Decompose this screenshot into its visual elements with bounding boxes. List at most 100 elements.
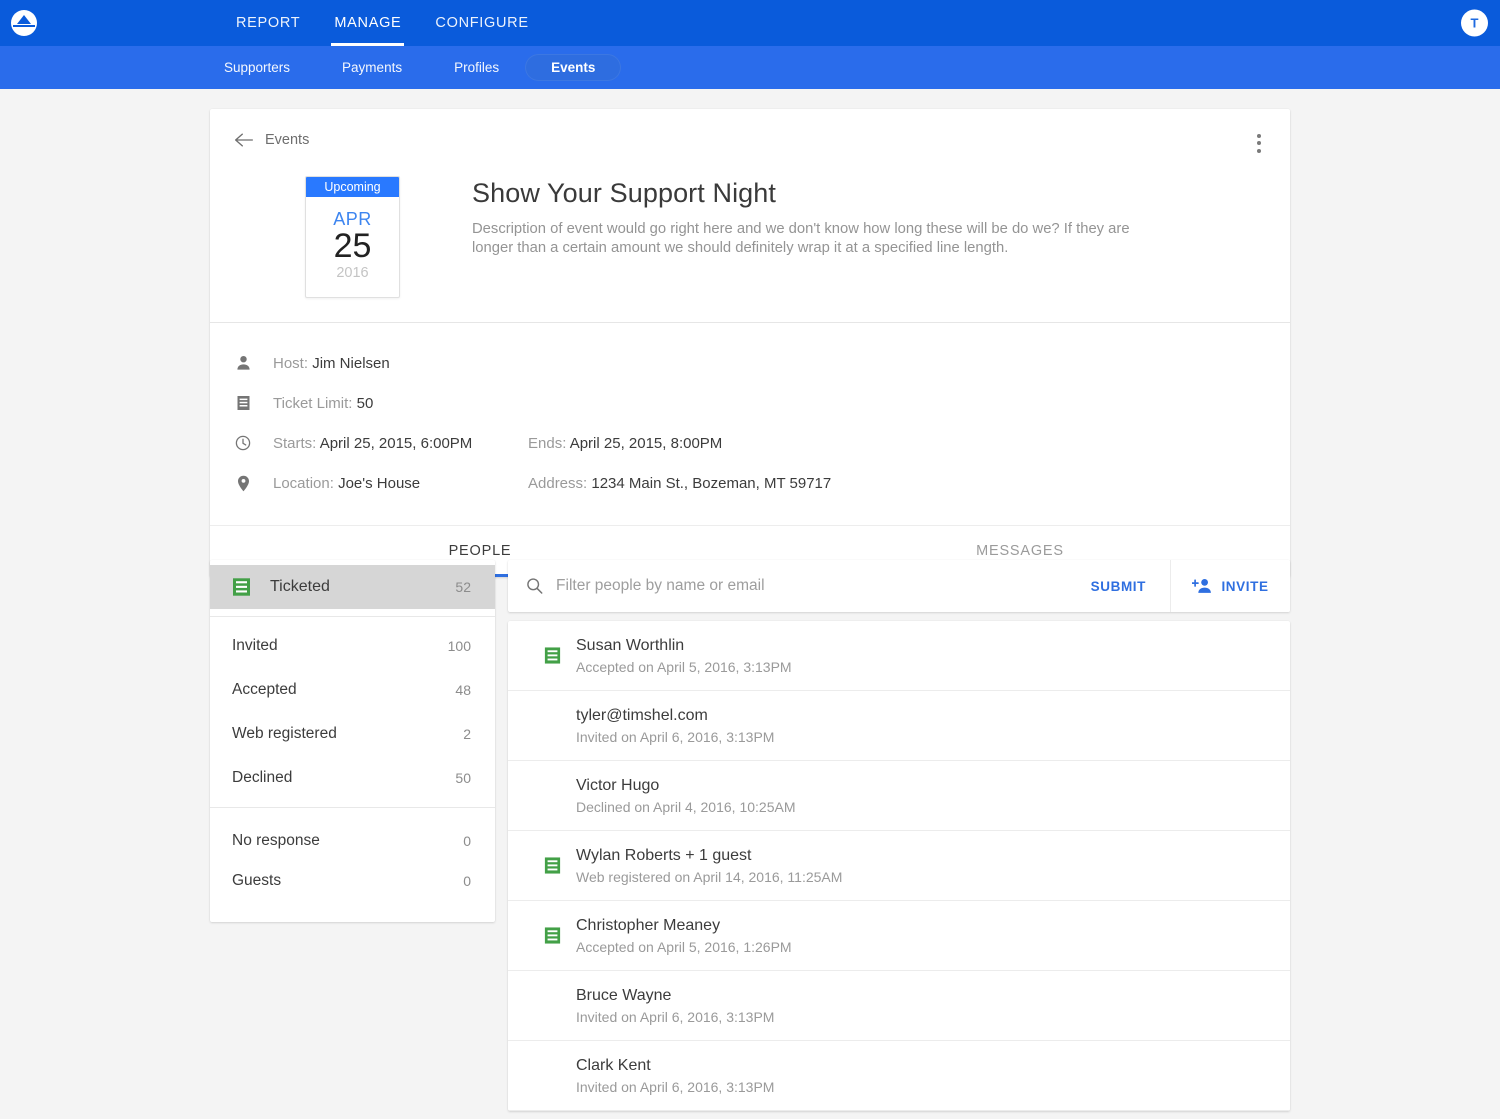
secondary-nav: Supporters Payments Profiles Events bbox=[198, 54, 622, 81]
detail-row-time: Starts: April 25, 2015, 6:00PM Ends: Apr… bbox=[231, 423, 1266, 463]
nav-item-manage[interactable]: MANAGE bbox=[317, 0, 418, 46]
subnav-item-profiles[interactable]: Profiles bbox=[428, 54, 525, 81]
detail-location-label: Location: bbox=[273, 474, 334, 492]
sidebar-item-ticketed-count: 52 bbox=[455, 579, 471, 595]
person-icon bbox=[231, 355, 255, 371]
clock-icon bbox=[231, 435, 255, 451]
subnav-item-events[interactable]: Events bbox=[525, 54, 622, 81]
kebab-dot bbox=[1257, 141, 1261, 145]
sidebar-item-invited[interactable]: Invited 100 bbox=[210, 624, 495, 668]
detail-host-label: Host: bbox=[273, 354, 309, 372]
invite-button-label: INVITE bbox=[1221, 578, 1269, 594]
sidebar-item-ticketed-label: Ticketed bbox=[270, 578, 330, 595]
person-info: Susan Worthlin Accepted on April 5, 2016… bbox=[576, 635, 792, 677]
detail-row-ticket-limit: Ticket Limit: 50 bbox=[231, 383, 1266, 423]
person-status: Invited on April 6, 2016, 3:13PM bbox=[576, 728, 775, 745]
mountain-circle-logo-icon[interactable] bbox=[11, 10, 37, 36]
arrow-left-icon bbox=[235, 133, 253, 147]
person-row[interactable]: Bruce Wayne Invited on April 6, 2016, 3:… bbox=[508, 971, 1290, 1041]
person-row[interactable]: tyler@timshel.com Invited on April 6, 20… bbox=[508, 691, 1290, 761]
detail-ends-label: Ends: bbox=[528, 434, 567, 452]
event-date-badge: Upcoming APR 25 2016 bbox=[305, 176, 400, 298]
sidebar-item-guests-label: Guests bbox=[232, 872, 282, 889]
subnav-item-payments[interactable]: Payments bbox=[316, 54, 428, 81]
user-avatar[interactable]: T bbox=[1461, 9, 1488, 37]
event-title: Show Your Support Night bbox=[472, 178, 777, 208]
nav-item-report-label: REPORT bbox=[236, 15, 301, 31]
person-status: Accepted on April 5, 2016, 3:13PM bbox=[576, 658, 792, 675]
person-info: Victor Hugo Declined on April 4, 2016, 1… bbox=[576, 775, 795, 817]
person-row[interactable]: Clark Kent Invited on April 6, 2016, 3:1… bbox=[508, 1041, 1290, 1111]
sidebar-item-no-response-label: No response bbox=[232, 832, 320, 849]
person-status: Declined on April 4, 2016, 10:25AM bbox=[576, 798, 796, 815]
sidebar-item-no-response-count: 0 bbox=[463, 833, 471, 849]
person-row[interactable]: Wylan Roberts + 1 guest Web registered o… bbox=[508, 831, 1290, 901]
primary-nav: REPORT MANAGE CONFIGURE bbox=[219, 0, 546, 46]
more-options-kebab-icon[interactable] bbox=[1248, 129, 1270, 157]
subnav-item-supporters[interactable]: Supporters bbox=[198, 54, 316, 81]
people-section: Ticketed 52 Invited 100 Accepted 48 Web … bbox=[210, 560, 1290, 1111]
event-summary-row: Upcoming APR 25 2016 Show Your Support N… bbox=[234, 176, 1266, 298]
detail-ticket-limit-label: Ticket Limit: bbox=[273, 394, 353, 412]
person-name: Bruce Wayne bbox=[576, 986, 672, 1004]
event-detail-card: Events Upcoming APR 25 2016 Show Your Su… bbox=[210, 109, 1290, 577]
person-name: Wylan Roberts + 1 guest bbox=[576, 846, 752, 864]
sidebar-item-ticketed[interactable]: Ticketed 52 bbox=[210, 565, 495, 609]
detail-ticket-limit-value: 50 bbox=[356, 394, 374, 412]
detail-host: Host: Jim Nielsen bbox=[273, 355, 528, 372]
person-row[interactable]: Susan Worthlin Accepted on April 5, 2016… bbox=[508, 621, 1290, 691]
nav-item-configure[interactable]: CONFIGURE bbox=[418, 0, 545, 46]
event-card-header: Events Upcoming APR 25 2016 Show Your Su… bbox=[210, 109, 1290, 323]
person-info: Clark Kent Invited on April 6, 2016, 3:1… bbox=[576, 1055, 774, 1097]
sidebar-item-guests[interactable]: Guests 0 bbox=[210, 859, 495, 903]
person-info: Christopher Meaney Accepted on April 5, … bbox=[576, 915, 792, 957]
detail-starts: Starts: April 25, 2015, 6:00PM bbox=[273, 435, 528, 452]
sidebar-item-invited-label: Invited bbox=[232, 637, 278, 654]
event-day: 25 bbox=[333, 227, 372, 265]
detail-ends: Ends: April 25, 2015, 8:00PM bbox=[528, 435, 722, 452]
sidebar-item-no-response[interactable]: No response 0 bbox=[210, 815, 495, 859]
person-info: Wylan Roberts + 1 guest Web registered o… bbox=[576, 845, 842, 887]
person-row[interactable]: Victor Hugo Declined on April 4, 2016, 1… bbox=[508, 761, 1290, 831]
ticket-icon bbox=[526, 926, 576, 945]
sidebar-item-accepted[interactable]: Accepted 48 bbox=[210, 668, 495, 712]
invite-button[interactable]: INVITE bbox=[1170, 560, 1290, 612]
back-to-events-link[interactable]: Events bbox=[234, 131, 1266, 149]
sidebar-item-declined[interactable]: Declined 50 bbox=[210, 756, 495, 800]
person-name: tyler@timshel.com bbox=[576, 706, 708, 724]
person-row[interactable]: Christopher Meaney Accepted on April 5, … bbox=[508, 901, 1290, 971]
ticket-icon bbox=[526, 856, 576, 875]
search-input[interactable] bbox=[556, 577, 1081, 595]
nav-item-configure-label: CONFIGURE bbox=[435, 15, 529, 31]
sidebar-divider bbox=[210, 807, 495, 808]
submit-button[interactable]: SUBMIT bbox=[1081, 560, 1170, 612]
nav-item-report[interactable]: REPORT bbox=[219, 0, 317, 46]
sidebar-item-web-registered-count: 2 bbox=[463, 726, 471, 742]
sidebar-item-web-registered-label: Web registered bbox=[232, 725, 337, 742]
sidebar-item-web-registered[interactable]: Web registered 2 bbox=[210, 712, 495, 756]
detail-ends-value: April 25, 2015, 8:00PM bbox=[569, 434, 723, 452]
people-list-column: SUBMIT INVITE bbox=[508, 560, 1290, 1111]
detail-starts-label: Starts: bbox=[273, 434, 317, 452]
sidebar-item-accepted-label: Accepted bbox=[232, 681, 297, 698]
ticket-icon bbox=[526, 646, 576, 665]
sidebar-item-accepted-count: 48 bbox=[455, 682, 471, 698]
secondary-navigation-bar: Supporters Payments Profiles Events bbox=[0, 46, 1500, 89]
event-info: Show Your Support Night Description of e… bbox=[472, 176, 1172, 298]
nav-item-manage-label: MANAGE bbox=[334, 15, 402, 31]
sidebar-item-invited-count: 100 bbox=[447, 638, 471, 654]
kebab-dot bbox=[1257, 148, 1261, 153]
sidebar-item-declined-label: Declined bbox=[232, 769, 293, 786]
person-status: Accepted on April 5, 2016, 1:26PM bbox=[576, 938, 792, 955]
person-info: tyler@timshel.com Invited on April 6, 20… bbox=[576, 705, 774, 747]
person-add-icon bbox=[1192, 579, 1212, 593]
location-pin-icon bbox=[231, 475, 255, 492]
person-status: Invited on April 6, 2016, 3:13PM bbox=[576, 1008, 775, 1025]
detail-address: Address: 1234 Main St., Bozeman, MT 5971… bbox=[528, 475, 831, 492]
kebab-dot bbox=[1257, 133, 1261, 138]
person-name: Christopher Meaney bbox=[576, 916, 721, 934]
sidebar-divider bbox=[210, 616, 495, 617]
event-details-list: Host: Jim Nielsen Ticket Limit: 50 Start… bbox=[210, 323, 1290, 525]
ticket-icon bbox=[231, 395, 255, 411]
detail-location: Location: Joe's House bbox=[273, 475, 528, 492]
